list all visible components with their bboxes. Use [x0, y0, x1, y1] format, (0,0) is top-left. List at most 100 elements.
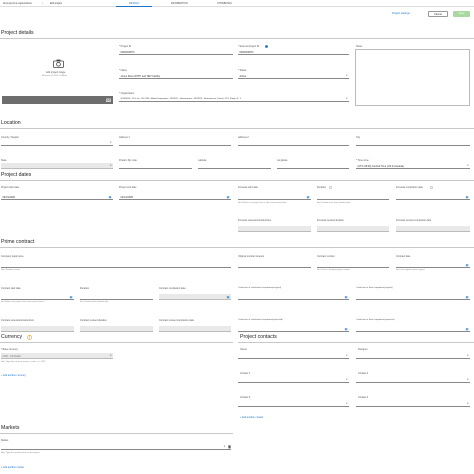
- forecast-completion-label: Forecast completion date: [396, 186, 423, 189]
- contact2-label: Contact 2: [358, 372, 369, 375]
- calendar-icon[interactable]: ▦: [345, 327, 348, 331]
- organization-select[interactable]: SYSDEVS - PCL Inc - S5 CDN - Model Corpo…: [119, 96, 349, 102]
- section-title-prime-contract: Prime contract: [1, 239, 35, 245]
- contact2-select[interactable]: ▾: [356, 377, 470, 383]
- calendar-icon[interactable]: ▦: [227, 295, 230, 299]
- calendar-icon[interactable]: ▦: [345, 295, 348, 299]
- duration-hint: Hint: Duration must show calendar days: [317, 202, 351, 204]
- timezone-select[interactable]: (UTC-06:00) Central Time (US & Canada) ▾: [356, 163, 470, 169]
- contact4-select[interactable]: ▾: [356, 401, 470, 407]
- subst-expected-field[interactable]: ▦: [238, 326, 349, 332]
- contact4-label: Contact 4: [358, 396, 369, 399]
- state-select[interactable]: ▾: [1, 163, 113, 169]
- owner-select[interactable]: ▾: [238, 353, 349, 359]
- cancel-button[interactable]: Cancel: [428, 11, 448, 17]
- section-divider: [0, 38, 474, 39]
- contact1-select[interactable]: ▾: [238, 377, 349, 383]
- subst-expected-label: Certificate of substantial completion(ex…: [238, 319, 283, 321]
- section-title-location: Location: [1, 120, 21, 126]
- city-field[interactable]: [356, 140, 470, 146]
- calendar-icon[interactable]: ▦: [227, 195, 230, 199]
- forecast-start-hint: Hint: Before or on project start or afte…: [238, 202, 287, 204]
- designer-label: Designer: [358, 348, 368, 351]
- contract-date-field[interactable]: ▦: [396, 262, 470, 268]
- contract-date-hint: Hint: Date original contract signed: [396, 269, 425, 271]
- latitude-field[interactable]: [198, 163, 271, 169]
- camera-icon[interactable]: [106, 98, 111, 102]
- contract-revised-duration-label: Contract revised duration: [80, 319, 107, 322]
- market-select[interactable]: ▾: [1, 444, 231, 450]
- timezone-label: * Time zone: [356, 159, 369, 162]
- image-toolbar: [2, 96, 113, 104]
- address2-field[interactable]: [238, 140, 349, 146]
- contract-number-field[interactable]: [317, 262, 389, 268]
- forecast-completion-date-field[interactable]: ▦: [396, 194, 470, 200]
- add-currency-link[interactable]: + Add another currency: [1, 374, 26, 377]
- calendar-icon[interactable]: ▦: [466, 195, 469, 199]
- add-market-link[interactable]: + Add another market: [1, 466, 24, 469]
- delete-icon[interactable]: [227, 445, 231, 449]
- base-currency-select[interactable]: USD - US Dollar ▾: [1, 353, 113, 359]
- project-image-area[interactable]: Add project image Minimum of 1920 x 1080…: [2, 42, 113, 104]
- longitude-field[interactable]: [277, 163, 349, 169]
- section-title-project-dates: Project dates: [1, 172, 32, 178]
- final-original-label: Certificate of final completion(original…: [356, 287, 393, 289]
- final-original-field[interactable]: ▦: [356, 294, 470, 300]
- project-settings-link[interactable]: Project settings: [392, 12, 410, 15]
- market-hint: Hint: Type the market name or descriptio…: [1, 452, 40, 454]
- calendar-icon[interactable]: ▦: [466, 263, 469, 267]
- chevron-down-icon: ▾: [467, 354, 469, 358]
- forecast-start-date-field[interactable]: ▦: [238, 194, 311, 200]
- external-id-field[interactable]: 0000000873: [238, 49, 349, 55]
- chevron-down-icon: ▾: [467, 402, 469, 406]
- postal-field[interactable]: [119, 163, 192, 169]
- contract-completion-field[interactable]: ▦: [159, 294, 231, 300]
- project-end-date-field[interactable]: 02/14/2025 ▦: [119, 194, 231, 200]
- designer-select[interactable]: ▾: [356, 353, 470, 359]
- contact3-select[interactable]: ▾: [238, 401, 349, 407]
- original-amount-field[interactable]: [238, 262, 311, 268]
- tab-information[interactable]: INFORMATION: [171, 2, 188, 5]
- country-select[interactable]: ▾: [1, 140, 113, 146]
- info-icon: [329, 186, 332, 189]
- calendar-icon[interactable]: ▦: [109, 195, 112, 199]
- contract-start-date-field[interactable]: ▦: [1, 294, 74, 300]
- longitude-label: Longitude: [277, 159, 288, 162]
- company-field[interactable]: [1, 262, 231, 268]
- contract-revised-duration-field: [80, 326, 153, 332]
- section-title-project-contacts: Project contacts: [240, 334, 277, 340]
- status-select[interactable]: Active ▾: [238, 73, 349, 79]
- calendar-icon[interactable]: ▦: [307, 195, 310, 199]
- final-expected-field[interactable]: ▦: [356, 326, 470, 332]
- forecast-ext-field: [238, 226, 311, 232]
- address2-label: Address 2: [238, 136, 249, 139]
- chevron-down-icon: ▾: [346, 97, 348, 101]
- calendar-icon[interactable]: ▦: [466, 295, 469, 299]
- project-id-field[interactable]: 0000000873: [119, 49, 233, 55]
- contract-duration-label: Duration: [80, 287, 90, 290]
- image-hint-line1: Add project image: [46, 71, 66, 74]
- company-label: Company legal name: [1, 255, 24, 258]
- section-divider: [0, 128, 474, 129]
- name-field[interactable]: Jones Drive NHTP and NET Facility: [119, 73, 233, 79]
- tab-attributes[interactable]: ATTRIBUTES: [217, 2, 232, 5]
- save-button[interactable]: Save: [453, 11, 470, 17]
- add-contact-link[interactable]: + Add another contact: [240, 416, 263, 419]
- organization-label: * Organization: [119, 92, 135, 95]
- forecast-revised-completion-label: Forecast revised completion date: [396, 219, 432, 222]
- chevron-down-icon: ▾: [346, 378, 348, 382]
- duration-field[interactable]: [317, 194, 389, 200]
- calendar-icon[interactable]: ▦: [70, 295, 73, 299]
- breadcrumb-root[interactable]: All projects & organizations: [3, 2, 32, 5]
- notes-textarea[interactable]: [355, 49, 470, 106]
- tab-details-underline: [116, 6, 152, 7]
- contract-number-label: Contract number: [317, 255, 335, 258]
- project-start-date-field[interactable]: 06/01/2020 ▦: [1, 194, 113, 200]
- chevron-down-icon: ▾: [346, 402, 348, 406]
- address1-field[interactable]: [119, 140, 231, 146]
- chevron-down-icon: ▾: [467, 378, 469, 382]
- subst-original-field[interactable]: ▦: [238, 294, 349, 300]
- calendar-icon[interactable]: ▦: [466, 327, 469, 331]
- tab-details[interactable]: DETAILS: [129, 2, 139, 5]
- contract-duration-field[interactable]: [80, 294, 153, 300]
